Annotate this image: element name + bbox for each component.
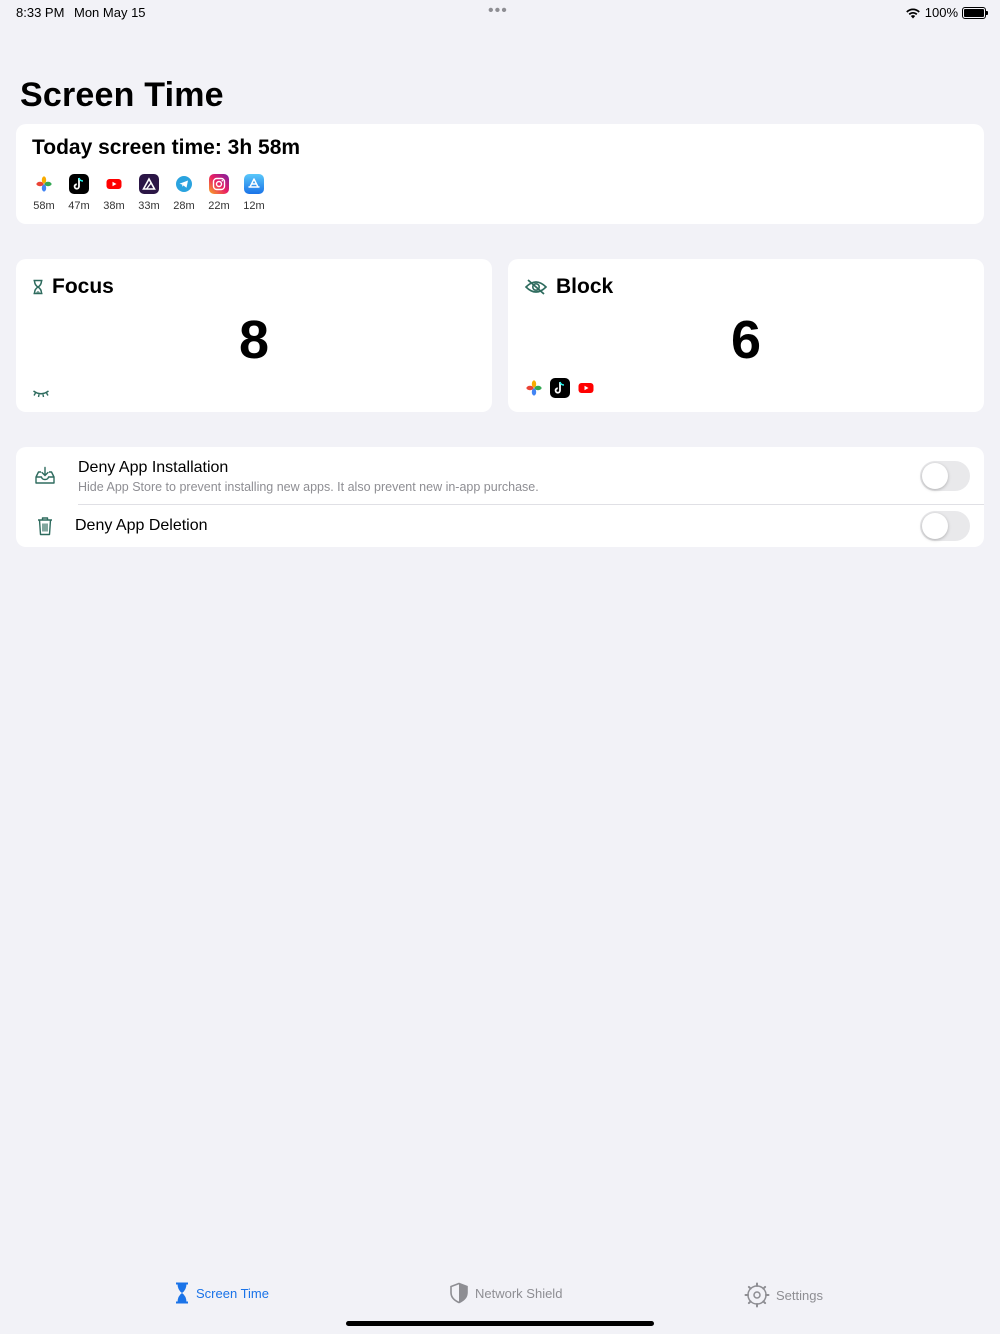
tab-screen-time-label: Screen Time xyxy=(196,1285,269,1301)
app-usage-item[interactable]: 28m xyxy=(172,174,196,212)
app-usage-item[interactable]: 58m xyxy=(32,174,56,212)
blocked-apps-list xyxy=(524,378,596,398)
app-usage-item[interactable]: 22m xyxy=(207,174,231,212)
tray-download-icon xyxy=(35,466,55,484)
deny-app-deletion-toggle[interactable] xyxy=(920,511,970,541)
focus-footer xyxy=(32,388,50,398)
today-screen-time-title: Today screen time: 3h 58m xyxy=(32,136,301,159)
app-usage-item[interactable]: 33m xyxy=(137,174,161,212)
deny-app-installation-row[interactable]: Deny App Installation Hide App Store to … xyxy=(16,447,984,504)
youtube-icon xyxy=(576,378,596,398)
instagram-icon xyxy=(209,174,229,194)
page-title: Screen Time xyxy=(20,76,224,114)
tab-settings[interactable]: Settings xyxy=(744,1282,823,1308)
block-header: Block xyxy=(524,275,613,299)
photos-icon xyxy=(524,378,544,398)
status-indicators: 100% xyxy=(905,5,988,20)
app-usage-time: 38m xyxy=(103,200,125,212)
focus-count: 8 xyxy=(238,310,270,370)
tab-network-shield[interactable]: Network Shield xyxy=(449,1282,562,1304)
battery-percent: 100% xyxy=(924,5,958,20)
status-time: 8:33 PM xyxy=(16,5,65,20)
wifi-icon xyxy=(905,8,920,18)
focus-card[interactable]: Focus 8 xyxy=(16,259,492,412)
deny-app-deletion-text: Deny App Deletion xyxy=(75,517,208,535)
app-usage-time: 58m xyxy=(33,200,55,212)
block-card[interactable]: Block 6 xyxy=(508,259,984,412)
gear-icon xyxy=(744,1282,770,1308)
app-usage-time: 33m xyxy=(138,200,160,212)
status-date: Mon May 15 xyxy=(74,5,146,20)
tab-network-shield-label: Network Shield xyxy=(475,1285,563,1301)
restrictions-card: Deny App Installation Hide App Store to … xyxy=(16,447,984,547)
eye-slash-icon xyxy=(524,279,548,295)
tab-screen-time[interactable]: Screen Time xyxy=(174,1282,269,1304)
app-usage-time: 12m xyxy=(243,200,265,212)
app-usage-item[interactable]: 12m xyxy=(242,174,266,212)
deny-app-installation-text: Deny App Installation Hide App Store to … xyxy=(78,459,539,494)
block-label: Block xyxy=(556,275,614,298)
affinity-icon xyxy=(139,174,159,194)
shield-icon xyxy=(450,1282,468,1304)
deny-app-installation-title: Deny App Installation xyxy=(78,459,229,476)
today-screen-time-card[interactable]: Today screen time: 3h 58m 58m 47m 38m 33… xyxy=(16,124,984,224)
status-bar: 8:33 PM Mon May 15 ••• 100% xyxy=(0,0,1000,24)
app-usage-time: 28m xyxy=(173,200,195,212)
app-usage-list: 58m 47m 38m 33m 28m 22m 12m xyxy=(32,174,266,212)
tab-settings-label: Settings xyxy=(776,1287,823,1303)
multitasking-dots-icon[interactable]: ••• xyxy=(488,2,508,20)
app-usage-item[interactable]: 38m xyxy=(102,174,126,212)
tab-bar: Screen Time Network Shield Settings xyxy=(0,1276,1000,1316)
block-count: 6 xyxy=(730,310,762,370)
deny-app-installation-subtitle: Hide App Store to prevent installing new… xyxy=(78,480,539,494)
deny-app-installation-toggle[interactable] xyxy=(920,461,970,491)
app-usage-time: 22m xyxy=(208,200,230,212)
eye-closed-icon xyxy=(33,390,49,398)
battery-icon xyxy=(962,6,988,19)
focus-label: Focus xyxy=(52,275,114,298)
photos-icon xyxy=(34,174,54,194)
hourglass-icon xyxy=(33,279,43,295)
app-usage-time: 47m xyxy=(68,200,90,212)
youtube-icon xyxy=(104,174,124,194)
tiktok-icon xyxy=(69,174,89,194)
hourglass-icon xyxy=(176,1282,188,1304)
focus-header: Focus xyxy=(32,275,114,299)
telegram-icon xyxy=(174,174,194,194)
deny-app-deletion-row[interactable]: Deny App Deletion xyxy=(16,504,984,547)
home-indicator[interactable] xyxy=(346,1321,654,1326)
trash-icon xyxy=(38,517,52,536)
app-usage-item[interactable]: 47m xyxy=(67,174,91,212)
deny-app-deletion-title: Deny App Deletion xyxy=(75,517,208,534)
appstore-icon xyxy=(244,174,264,194)
tiktok-icon xyxy=(550,378,570,398)
